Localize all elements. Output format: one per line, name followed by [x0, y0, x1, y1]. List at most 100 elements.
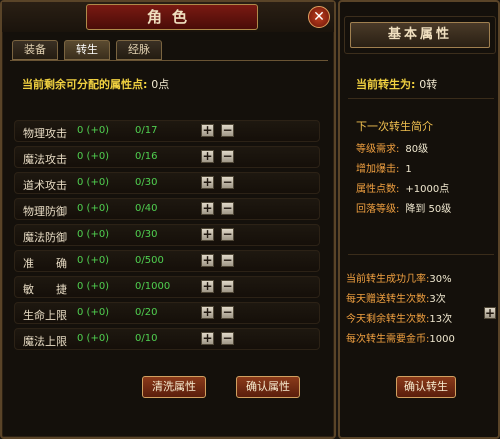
plus-icon[interactable]: +	[201, 280, 214, 293]
plus-icon[interactable]: +	[201, 124, 214, 137]
remaining-points-value: 0点	[151, 78, 170, 91]
stat-progress: 0/10	[135, 333, 158, 344]
stat-name: 魔法上限	[23, 335, 67, 348]
confirm-attributes-button[interactable]: 确认属性	[236, 376, 300, 398]
stat-current: 0 (+0)	[77, 151, 110, 162]
minus-icon[interactable]: −	[221, 332, 234, 345]
info-key: 等级需求:	[356, 144, 400, 155]
info-key: 回落等级:	[356, 204, 400, 215]
info-value: 3次	[429, 294, 446, 305]
info-value: 1000	[429, 334, 455, 345]
plus-icon[interactable]: +	[201, 254, 214, 267]
info-value: +1000点	[405, 184, 450, 195]
wash-attributes-button[interactable]: 清洗属性	[142, 376, 206, 398]
stat-row-max-mp: 魔法上限 0 (+0) 0/10 + −	[14, 328, 320, 350]
info-key: 今天剩余转生次数:	[346, 314, 430, 325]
divider	[348, 98, 494, 99]
info-value: 1	[405, 164, 412, 175]
stat-row-accuracy: 准 确 0 (+0) 0/500 + −	[14, 250, 320, 272]
plus-icon[interactable]: +	[201, 150, 214, 163]
info-value: 80级	[405, 144, 429, 155]
confirm-rebirth-button[interactable]: 确认转生	[396, 376, 456, 398]
tab-rebirth[interactable]: 转生	[64, 40, 110, 60]
success-rate: 当前转生成功几率:30%	[346, 270, 452, 285]
stat-progress: 0/16	[135, 151, 158, 162]
minus-icon[interactable]: −	[221, 280, 234, 293]
stat-name: 魔法防御	[23, 231, 67, 244]
remaining-points: 当前剩余可分配的属性点: 0点	[22, 76, 169, 92]
remaining-rebirths-today: 今天剩余转生次数:13次	[346, 310, 452, 325]
plus-icon[interactable]: +	[201, 332, 214, 345]
stat-row-max-hp: 生命上限 0 (+0) 0/20 + −	[14, 302, 320, 324]
stat-progress: 0/30	[135, 229, 158, 240]
stat-name: 道术攻击	[23, 179, 67, 192]
plus-icon[interactable]: +	[201, 306, 214, 319]
stat-row-magic-attack: 魔法攻击 0 (+0) 0/16 + −	[14, 146, 320, 168]
next-info-crit: 增加爆击: 1	[356, 160, 412, 175]
plus-icon[interactable]: +	[201, 202, 214, 215]
info-key: 当前转生成功几率:	[346, 274, 430, 285]
stat-current: 0 (+0)	[77, 203, 110, 214]
info-key: 每天赠送转生次数:	[346, 294, 430, 305]
stat-row-agility: 敏 捷 0 (+0) 0/1000 + −	[14, 276, 320, 298]
info-key: 每次转生需要金币:	[346, 334, 430, 345]
stat-row-taoist-attack: 道术攻击 0 (+0) 0/30 + −	[14, 172, 320, 194]
stat-current: 0 (+0)	[77, 229, 110, 240]
close-button[interactable]: ✕	[308, 6, 330, 28]
stat-name: 生命上限	[23, 309, 67, 322]
stat-progress: 0/20	[135, 307, 158, 318]
stat-progress: 0/1000	[135, 281, 171, 292]
stat-row-magic-defense: 魔法防御 0 (+0) 0/30 + −	[14, 224, 320, 246]
stat-name: 魔法攻击	[23, 153, 67, 166]
stat-current: 0 (+0)	[77, 307, 110, 318]
next-rebirth-title: 下一次转生简介	[356, 120, 433, 133]
character-panel: 角色 ✕ 装备 转生 经脉 当前剩余可分配的属性点: 0点 物理攻击 0 (+0…	[0, 0, 336, 439]
remaining-points-label: 当前剩余可分配的属性点:	[22, 78, 148, 91]
plus-icon[interactable]: +	[201, 228, 214, 241]
minus-icon[interactable]: −	[221, 202, 234, 215]
info-value: 30%	[429, 274, 452, 285]
stat-progress: 0/17	[135, 125, 158, 136]
stat-name: 敏 捷	[23, 283, 67, 296]
plus-icon[interactable]: +	[201, 176, 214, 189]
stat-current: 0 (+0)	[77, 177, 110, 188]
minus-icon[interactable]: −	[221, 254, 234, 267]
stat-name: 准 确	[23, 257, 67, 270]
panel-title: 基本属性	[350, 22, 490, 48]
daily-gifted-rebirths: 每天赠送转生次数:3次	[346, 290, 446, 305]
stat-row-physical-defense: 物理防御 0 (+0) 0/40 + −	[14, 198, 320, 220]
minus-icon[interactable]: −	[221, 124, 234, 137]
tab-meridian[interactable]: 经脉	[116, 40, 162, 60]
minus-icon[interactable]: −	[221, 306, 234, 319]
gold-per-rebirth: 每次转生需要金币:1000	[346, 330, 455, 345]
stat-name: 物理攻击	[23, 127, 67, 140]
current-rebirth-label: 当前转生为:	[356, 78, 416, 91]
stat-current: 0 (+0)	[77, 333, 110, 344]
panel-title: 角色	[86, 4, 258, 30]
stat-name: 物理防御	[23, 205, 67, 218]
next-info-points: 属性点数: +1000点	[356, 180, 449, 195]
title-bar: 角色 ✕	[2, 2, 334, 32]
info-value: 13次	[429, 314, 453, 325]
minus-icon[interactable]: −	[221, 150, 234, 163]
stat-current: 0 (+0)	[77, 125, 110, 136]
stat-progress: 0/500	[135, 255, 164, 266]
stat-current: 0 (+0)	[77, 255, 110, 266]
next-info-fallback: 回落等级: 降到 50级	[356, 200, 451, 215]
stat-row-physical-attack: 物理攻击 0 (+0) 0/17 + −	[14, 120, 320, 142]
minus-icon[interactable]: −	[221, 176, 234, 189]
plus-icon[interactable]: +	[484, 307, 496, 319]
current-rebirth: 当前转生为: 0转	[356, 76, 437, 92]
divider	[348, 254, 494, 255]
info-value: 降到 50级	[405, 204, 452, 215]
stat-progress: 0/40	[135, 203, 158, 214]
stat-current: 0 (+0)	[77, 281, 110, 292]
minus-icon[interactable]: −	[221, 228, 234, 241]
next-info-level: 等级需求: 80级	[356, 140, 428, 155]
tab-divider	[10, 60, 328, 61]
stat-progress: 0/30	[135, 177, 158, 188]
info-key: 属性点数:	[356, 184, 400, 195]
current-rebirth-value: 0转	[419, 78, 438, 91]
basic-attributes-panel: 基本属性 当前转生为: 0转 下一次转生简介 等级需求: 80级 增加爆击: 1 属…	[338, 0, 500, 439]
tab-equipment[interactable]: 装备	[12, 40, 58, 60]
